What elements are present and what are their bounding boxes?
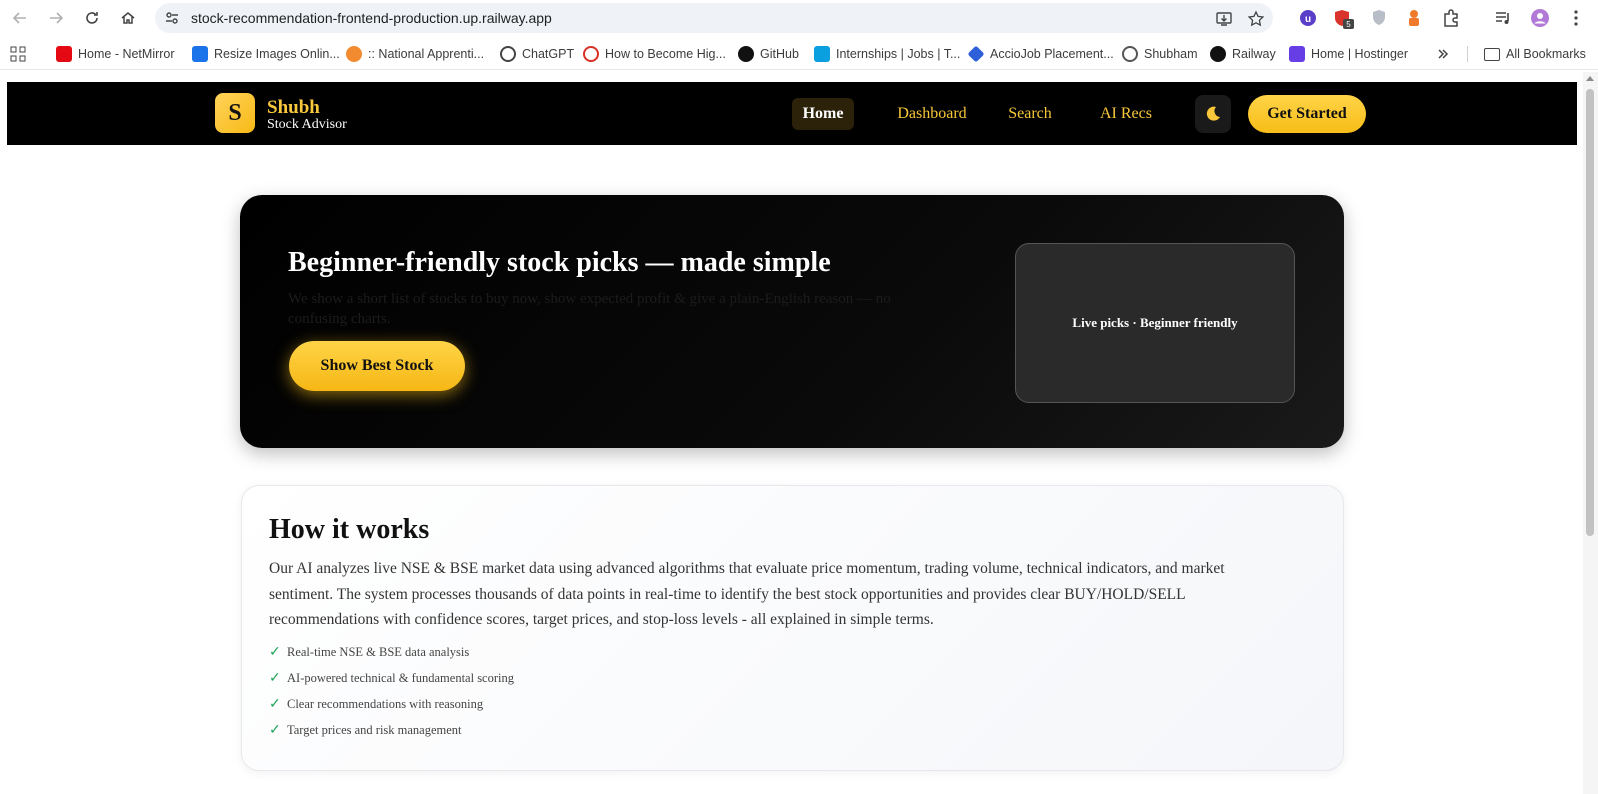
feature-label: Real-time NSE & BSE data analysis [287,644,470,659]
nav-home[interactable]: Home [792,98,854,130]
bookmark-label: ChatGPT [522,47,575,61]
bookmark-label: Railway [1232,47,1276,61]
bookmark-item[interactable]: Railway [1210,44,1276,64]
feature-label: Target prices and risk management [287,722,462,737]
show-best-stock-button[interactable]: Show Best Stock [289,341,465,391]
address-bar[interactable]: stock-recommendation-frontend-production… [155,3,1273,33]
bookmark-item[interactable]: Home | Hostinger [1289,44,1408,64]
bookmark-label: Shubham [1144,47,1198,61]
hero-title: Beginner-friendly stock picks — made sim… [288,247,831,278]
internshala-favicon-icon [814,46,830,62]
bookmark-item[interactable]: ChatGPT [500,44,574,64]
feature-item: ✓ Target prices and risk management [269,720,462,740]
extension-badge: 5 [1346,20,1351,29]
theme-toggle-button[interactable] [1195,95,1231,133]
extension-purple-icon[interactable]: u [1298,8,1318,28]
how-it-works-body: Our AI analyzes live NSE & BSE market da… [269,560,1225,628]
svg-text:u: u [1305,14,1311,25]
check-icon: ✓ [269,670,281,686]
media-control-icon[interactable] [1493,8,1513,28]
extensions-puzzle-icon[interactable] [1441,8,1461,28]
feature-item: ✓ AI-powered technical & fundamental scor… [269,668,514,688]
bookmark-item[interactable]: GitHub [738,44,799,64]
bookmark-item[interactable]: Internships | Jobs | T... [814,44,960,64]
feature-item: ✓ Clear recommendations with reasoning [269,694,483,714]
netmirror-favicon-icon [56,46,72,62]
bookmark-label: Home - NetMirror [78,47,175,61]
bookmark-label: How to Become Hig... [605,47,726,61]
bookmark-item[interactable]: Resize Images Onlin... [192,44,340,64]
bookmark-item[interactable]: :: National Apprenti... [346,44,484,64]
back-icon[interactable] [8,6,32,30]
apprenticeship-favicon-icon [346,46,362,62]
bookmark-item[interactable]: How to Become Hig... [583,44,726,64]
hero-subtitle: We show a short list of stocks to buy no… [288,291,891,327]
get-started-button[interactable]: Get Started [1248,95,1366,133]
scroll-up-arrow-icon[interactable] [1586,76,1594,81]
browser-menu-icon[interactable] [1566,8,1586,28]
nav-dashboard[interactable]: Dashboard [887,98,977,130]
check-icon: ✓ [269,696,281,712]
brand-name[interactable]: Shubh [267,97,320,119]
bookmark-label: :: National Apprenti... [368,47,485,61]
bookmark-item[interactable]: AccioJob Placement... [967,44,1114,64]
chatgpt-favicon-icon [500,46,516,62]
site-settings-icon[interactable] [164,10,180,26]
all-bookmarks-folder[interactable]: All Bookmarks [1484,44,1586,64]
feature-label: AI-powered technical & fundamental scori… [287,670,514,685]
extension-orange-icon[interactable] [1404,8,1424,28]
wordpress-favicon-icon [583,46,599,62]
reload-icon[interactable] [80,6,104,30]
railway-favicon-icon [1210,46,1226,62]
folder-icon [1484,47,1500,61]
bookmark-label: Internships | Jobs | T... [836,47,961,61]
brand-logo[interactable]: S [215,93,255,133]
how-it-works-section: How it works Our AI analyzes live NSE & … [241,485,1344,771]
feature-label: Clear recommendations with reasoning [287,696,484,711]
moon-icon [1206,106,1220,121]
bookmarks-divider [1467,46,1468,62]
hero-section: Beginner-friendly stock picks — made sim… [240,195,1344,448]
live-picks-card: Live picks · Beginner friendly [1015,243,1295,403]
bookmark-label: Home | Hostinger [1311,47,1409,61]
forward-icon[interactable] [44,6,68,30]
live-picks-text: Live picks · Beginner friendly [1072,315,1238,330]
globe-favicon-icon [1122,46,1138,62]
more-bookmarks-chevron-icon[interactable] [1436,44,1450,64]
bookmark-item[interactable]: Home - NetMirror [56,44,175,64]
install-app-icon[interactable] [1215,10,1233,28]
home-icon[interactable] [116,6,140,30]
apps-grid-icon[interactable] [10,44,26,64]
scrollbar-thumb[interactable] [1586,89,1594,536]
bookmarks-bar: Home - NetMirror Resize Images Onlin... … [0,38,1598,70]
all-bookmarks-label: All Bookmarks [1506,47,1586,61]
resize-favicon-icon [192,46,208,62]
page-viewport: S Shubh Stock Advisor Home Dashboard Sea… [0,72,1598,794]
page-scrollbar[interactable] [1583,72,1598,794]
bookmark-label: AccioJob Placement... [990,47,1114,61]
hostinger-favicon-icon [1289,46,1305,62]
profile-avatar-icon[interactable] [1530,8,1550,28]
bookmark-star-icon[interactable] [1247,10,1265,28]
check-icon: ✓ [269,722,281,738]
site-navbar: S Shubh Stock Advisor Home Dashboard Sea… [7,82,1577,145]
browser-toolbar: stock-recommendation-frontend-production… [0,0,1598,36]
how-it-works-title: How it works [269,514,430,545]
nav-search[interactable]: Search [1005,98,1055,130]
acciojob-favicon-icon [967,45,985,63]
extension-shield-gray-icon[interactable] [1369,8,1389,28]
bookmark-item[interactable]: Shubham [1122,44,1198,64]
extension-shield-red-icon[interactable]: 5 [1333,8,1354,29]
github-favicon-icon [738,46,754,62]
feature-item: ✓ Real-time NSE & BSE data analysis [269,642,469,662]
nav-ai-recs[interactable]: AI Recs [1095,98,1157,130]
check-icon: ✓ [269,644,281,660]
brand-subtitle: Stock Advisor [267,117,347,132]
bookmark-label: GitHub [760,47,799,61]
url-text[interactable]: stock-recommendation-frontend-production… [191,10,552,26]
bookmark-label: Resize Images Onlin... [214,47,340,61]
